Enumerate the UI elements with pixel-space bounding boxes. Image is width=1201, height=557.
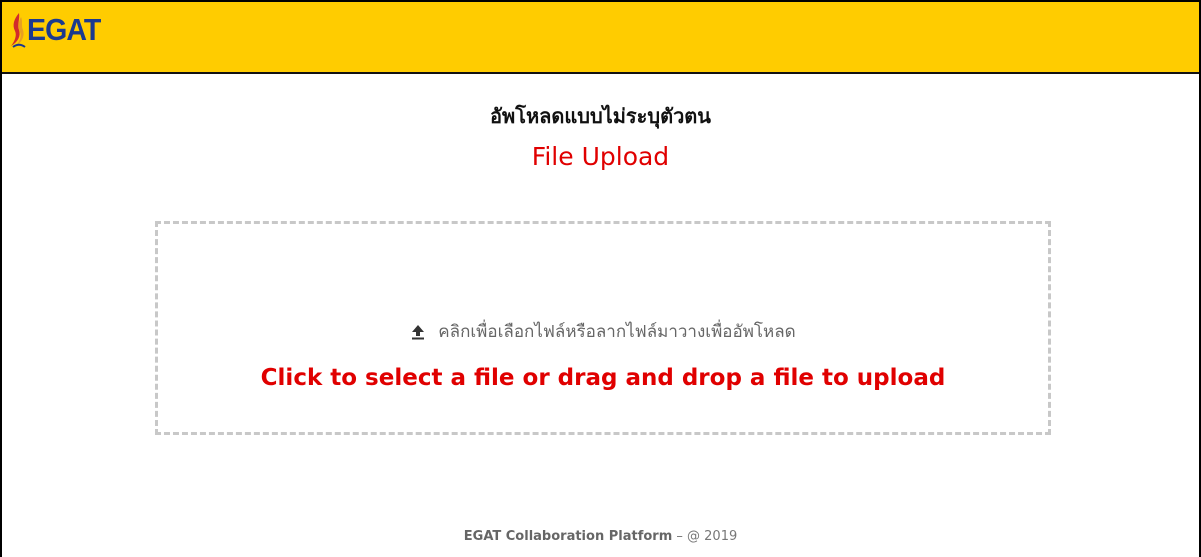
page-title-thai: อัพโหลดแบบไม่ระบุตัวตน bbox=[490, 104, 711, 128]
footer: EGAT Collaboration Platform – @ 2019 bbox=[0, 529, 1201, 544]
egat-logo[interactable]: EGAT bbox=[8, 10, 107, 50]
dropzone-label-thai: คลิกเพื่อเลือกไฟล์หรือลากไฟล์มาวางเพื่ออ… bbox=[438, 322, 796, 342]
dropzone-label-english: Click to select a file or drag and drop … bbox=[260, 365, 946, 391]
footer-platform-name: EGAT Collaboration Platform bbox=[463, 529, 673, 544]
top-bar: EGAT bbox=[2, 2, 1199, 74]
upload-icon bbox=[412, 324, 425, 339]
dropzone-thai-row: คลิกเพื่อเลือกไฟล์หรือลากไฟล์มาวางเพื่ออ… bbox=[158, 318, 1048, 345]
egat-torch-icon bbox=[11, 13, 26, 48]
logo-text: EGAT bbox=[27, 12, 101, 47]
footer-copyright: – @ 2019 bbox=[672, 529, 738, 544]
page-title-english: File Upload bbox=[531, 142, 670, 171]
file-dropzone[interactable]: คลิกเพื่อเลือกไฟล์หรือลากไฟล์มาวางเพื่ออ… bbox=[155, 221, 1051, 435]
